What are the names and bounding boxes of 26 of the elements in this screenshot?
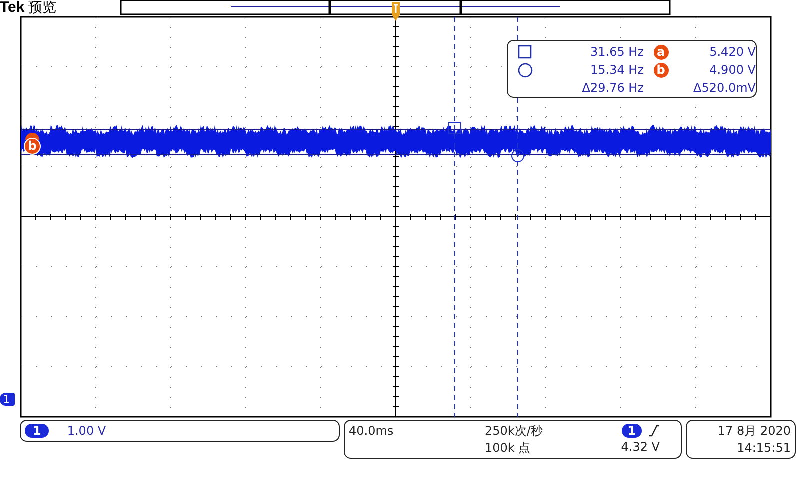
cursor-square-icon — [518, 45, 532, 59]
cursor-marker: a — [654, 44, 668, 60]
channel-marker: 1 — [0, 393, 15, 406]
time-per-division: 40.0ms — [349, 423, 395, 440]
voltage-reading: 4.900 V — [708, 63, 756, 77]
cursor-line[interactable] — [454, 16, 456, 418]
cursor-square-icon — [448, 122, 462, 134]
trigger-source-badge: 1 — [622, 424, 642, 438]
cursor-circle-icon — [512, 150, 524, 162]
rising-edge-icon — [648, 424, 660, 438]
trigger-level: 4.32 V — [621, 439, 660, 456]
brand-label: Tek — [0, 0, 25, 16]
vertical-scale: 1.00 V — [67, 424, 106, 438]
channel-badge: 1 — [25, 424, 50, 438]
frequency-reading: Δ29.76 Hz — [581, 81, 644, 95]
voltage-reading: 5.420 V — [708, 45, 756, 59]
frequency-reading: 15.34 Hz — [590, 63, 644, 77]
sample-rate: 250k次/秒 — [485, 423, 544, 440]
mode-label: 预览 — [28, 0, 57, 16]
cursor-circle-icon — [518, 62, 532, 78]
frequency-reading: 31.65 Hz — [590, 45, 644, 59]
voltage-reading: Δ520.0mV — [692, 81, 756, 95]
date-label: 17 8月 2020 — [718, 423, 791, 440]
record-length: 100k 点 — [485, 440, 532, 457]
cursor-marker: b — [654, 62, 668, 78]
time-label: 14:15:51 — [737, 440, 791, 457]
